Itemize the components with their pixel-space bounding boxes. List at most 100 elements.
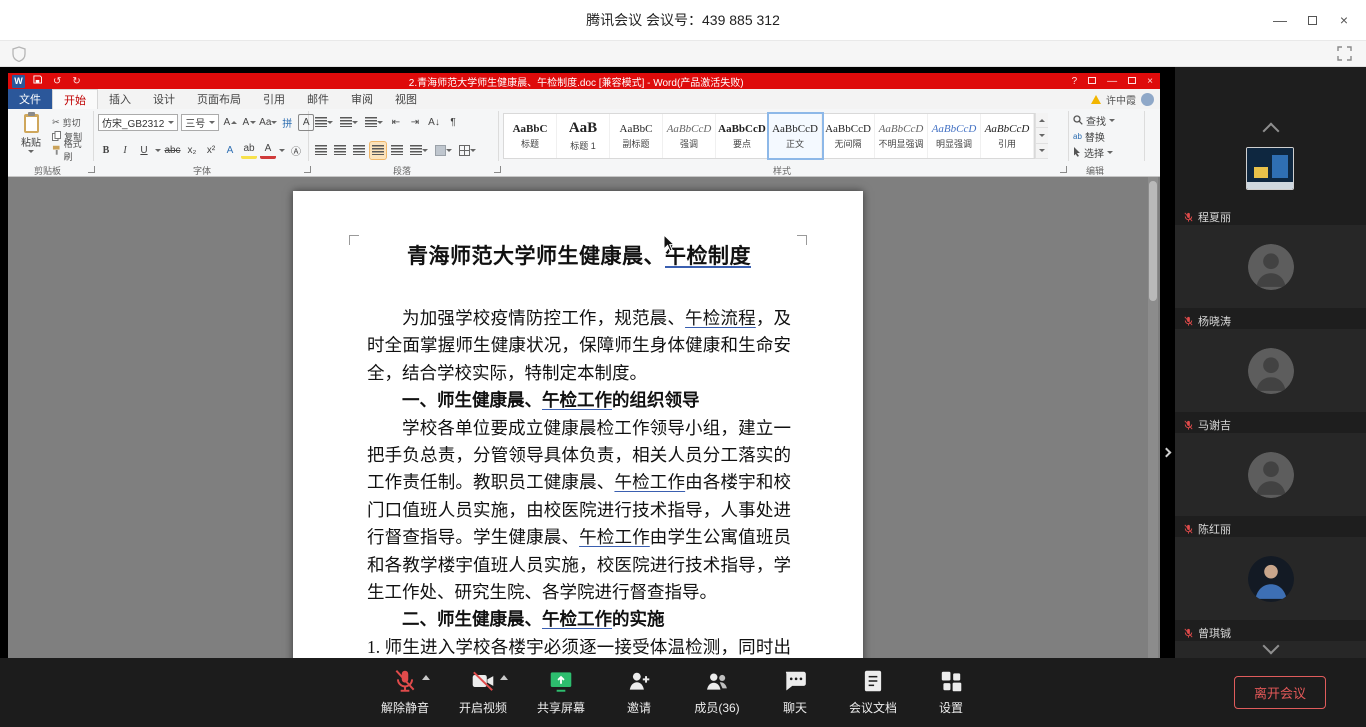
active-speaker-thumbnail[interactable] <box>1246 147 1294 190</box>
participant-video-tile[interactable] <box>1175 329 1366 412</box>
tab-insert[interactable]: 插入 <box>98 89 142 109</box>
start-video-button[interactable]: 开启视频 <box>444 665 522 716</box>
leave-meeting-button[interactable]: 离开会议 <box>1234 676 1326 709</box>
font-dialog-launcher[interactable] <box>304 166 311 173</box>
align-right-button[interactable] <box>351 142 367 159</box>
font-color-button[interactable]: A <box>260 142 276 159</box>
increase-indent-button[interactable]: ⇥ <box>407 114 423 131</box>
word-close-icon[interactable]: × <box>1144 76 1156 87</box>
settings-button[interactable]: 设置 <box>912 665 990 716</box>
share-screen-button[interactable]: 共享屏幕 <box>522 665 600 716</box>
line-spacing-button[interactable] <box>408 142 430 159</box>
grow-font-button[interactable]: A <box>222 114 238 131</box>
style-quote[interactable]: AaBbCcD引用 <box>981 114 1034 158</box>
bold-button[interactable]: B <box>98 142 114 159</box>
font-name-combo[interactable]: 仿宋_GB2312 <box>98 114 178 131</box>
superscript-button[interactable]: x² <box>203 142 219 159</box>
participant-video-tile[interactable] <box>1175 433 1366 516</box>
sort-button[interactable]: A↓ <box>426 114 442 131</box>
document-scrollbar[interactable] <box>1148 177 1158 658</box>
underline-chevron-icon[interactable] <box>155 149 161 152</box>
fullscreen-icon[interactable] <box>1337 46 1352 66</box>
phonetic-guide-button[interactable]: 拼 <box>279 114 295 131</box>
find-button[interactable]: 查找 <box>1073 113 1140 128</box>
align-center-button[interactable] <box>332 142 348 159</box>
highlight-color-button[interactable]: ab <box>241 142 257 159</box>
tab-references[interactable]: 引用 <box>252 89 296 109</box>
document-page[interactable]: 青海师范大学师生健康晨、午检制度 为加强学校疫情防控工作，规范晨、午检流程，及时… <box>293 191 863 658</box>
close-button[interactable]: × <box>1328 0 1360 40</box>
font-color-chevron-icon[interactable] <box>279 149 285 152</box>
security-shield-icon[interactable] <box>12 46 26 67</box>
undo-icon[interactable]: ↺ <box>50 76 64 87</box>
show-marks-button[interactable]: ¶ <box>445 114 461 131</box>
tab-home[interactable]: 开始 <box>52 89 98 109</box>
minimize-button[interactable]: — <box>1264 0 1296 40</box>
strikethrough-button[interactable]: abc <box>164 142 181 159</box>
style-normal[interactable]: AaBbCcD正文 <box>769 114 822 158</box>
word-restore-icon[interactable] <box>1125 76 1139 87</box>
participant-video-tile[interactable] <box>1175 537 1366 620</box>
multilevel-list-button[interactable] <box>363 114 385 131</box>
underline-button[interactable]: U <box>136 142 152 159</box>
style-intense-emphasis[interactable]: AaBbCcD明显强调 <box>928 114 981 158</box>
font-size-combo[interactable]: 三号 <box>181 114 219 131</box>
ribbon-options-icon[interactable] <box>1085 76 1099 87</box>
mic-options-caret[interactable] <box>422 675 430 680</box>
select-button[interactable]: 选择 <box>1073 145 1140 160</box>
format-painter-button[interactable]: 格式刷 <box>52 144 89 157</box>
participant-video-tile[interactable] <box>1175 225 1366 308</box>
redo-icon[interactable]: ↻ <box>69 76 83 87</box>
tab-view[interactable]: 视图 <box>384 89 428 109</box>
clipboard-dialog-launcher[interactable] <box>88 166 95 173</box>
style-title[interactable]: AaBbC标题 <box>504 114 557 158</box>
cut-button[interactable]: ✂剪切 <box>52 116 89 129</box>
shrink-font-button[interactable]: A <box>241 114 257 131</box>
distribute-button[interactable] <box>389 142 405 159</box>
paste-button[interactable]: 粘贴 <box>14 112 48 160</box>
tab-layout[interactable]: 页面布局 <box>186 89 252 109</box>
scroll-up-button[interactable] <box>1175 123 1366 139</box>
shading-button[interactable] <box>433 142 454 159</box>
unmute-button[interactable]: 解除静音 <box>366 665 444 716</box>
style-no-spacing[interactable]: AaBbCcD无间隔 <box>822 114 875 158</box>
scroll-down-button[interactable] <box>1175 640 1366 652</box>
style-heading1[interactable]: AaB标题 1 <box>557 114 610 158</box>
tab-review[interactable]: 审阅 <box>340 89 384 109</box>
tab-design[interactable]: 设计 <box>142 89 186 109</box>
collapse-panel-button[interactable] <box>1160 435 1172 469</box>
maximize-button[interactable] <box>1296 0 1328 40</box>
replace-button[interactable]: ab 替换 <box>1073 129 1140 144</box>
members-button[interactable]: 成员(36) <box>678 665 756 716</box>
help-icon[interactable]: ? <box>1069 76 1081 87</box>
gallery-up-button[interactable] <box>1036 113 1048 128</box>
invite-button[interactable]: 邀请 <box>600 665 678 716</box>
gallery-down-button[interactable] <box>1036 128 1048 143</box>
justify-button[interactable] <box>370 142 386 159</box>
style-emphasis[interactable]: AaBbCcD强调 <box>663 114 716 158</box>
style-subtle-emphasis[interactable]: AaBbCcD不明显强调 <box>875 114 928 158</box>
decrease-indent-button[interactable]: ⇤ <box>388 114 404 131</box>
tab-file[interactable]: 文件 <box>8 89 52 109</box>
style-strong[interactable]: AaBbCcD要点 <box>716 114 769 158</box>
meeting-docs-button[interactable]: 会议文档 <box>834 665 912 716</box>
word-minimize-icon[interactable]: — <box>1104 76 1120 87</box>
tab-mailings[interactable]: 邮件 <box>296 89 340 109</box>
subscript-button[interactable]: x₂ <box>184 142 200 159</box>
camera-options-caret[interactable] <box>500 675 508 680</box>
chat-button[interactable]: 聊天 <box>756 665 834 716</box>
style-subtitle[interactable]: AaBbC副标题 <box>610 114 663 158</box>
align-left-button[interactable] <box>313 142 329 159</box>
numbering-button[interactable] <box>338 114 360 131</box>
styles-dialog-launcher[interactable] <box>1060 166 1067 173</box>
enclose-character-button[interactable]: Ⓐ <box>288 142 304 159</box>
gallery-more-button[interactable] <box>1036 144 1048 159</box>
word-user-avatar[interactable] <box>1141 93 1154 106</box>
paragraph-dialog-launcher[interactable] <box>494 166 501 173</box>
borders-button[interactable] <box>457 142 478 159</box>
bullets-button[interactable] <box>313 114 335 131</box>
italic-button[interactable]: I <box>117 142 133 159</box>
text-effects-button[interactable]: A <box>222 142 238 159</box>
save-icon[interactable] <box>30 75 45 87</box>
change-case-button[interactable]: Aa <box>260 114 276 131</box>
